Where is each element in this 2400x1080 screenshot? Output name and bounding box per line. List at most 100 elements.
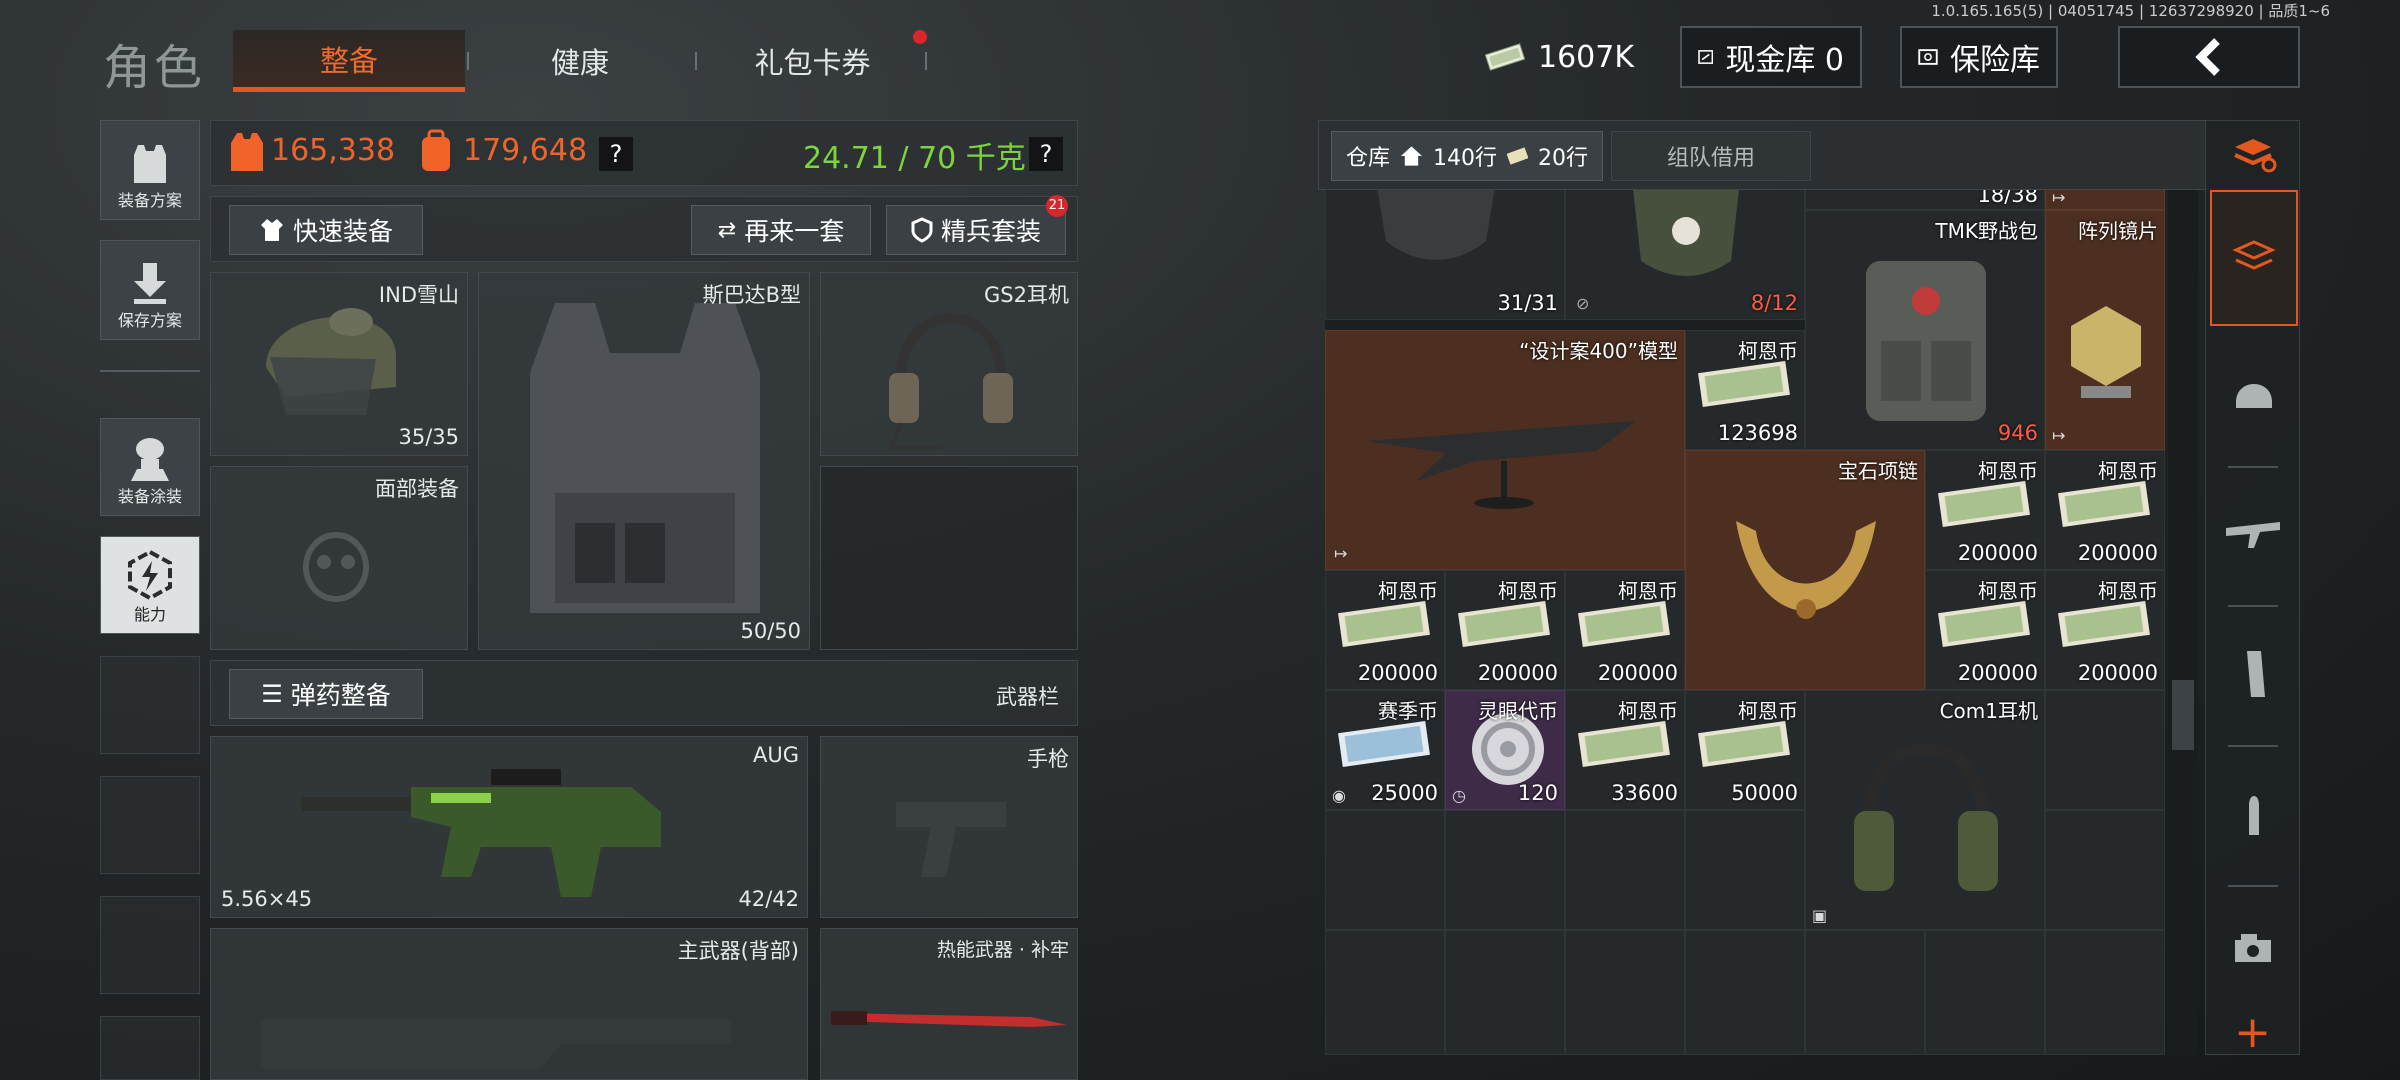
team-borrow-tab[interactable]: 组队借用 — [1611, 131, 1811, 181]
storage-item-tmk-bag[interactable]: TMK野战包 946 — [1805, 210, 2045, 450]
storage-empty-cell[interactable] — [1805, 930, 1925, 1055]
storage-empty-cell[interactable] — [1925, 930, 2045, 1055]
weapon-ammo: 42/42 — [738, 887, 799, 911]
ammo-button[interactable]: ☰ 弹药整备 — [229, 669, 423, 719]
cash-box-button[interactable]: 现金库 0 — [1680, 26, 1862, 88]
weapon-name: AUG — [752, 743, 799, 767]
storage-item-model[interactable]: “设计案400”模型 ↦ — [1325, 330, 1685, 570]
storage-scrollbar-track[interactable] — [2168, 190, 2198, 1055]
storage-item-coin[interactable]: 柯恩币 200000 — [1445, 570, 1565, 690]
bullet-icon — [2249, 796, 2259, 835]
melee-label: 热能武器 · 补牢 — [936, 939, 1069, 961]
tab-health[interactable]: 健康 — [470, 30, 690, 92]
lens-image — [2071, 306, 2141, 398]
scope-icon — [2235, 934, 2271, 962]
storage-item-coin[interactable]: 柯恩币 200000 — [2045, 570, 2165, 690]
plane-model-image — [1366, 421, 1636, 509]
item-name: 柯恩币 — [1618, 699, 1678, 723]
back-weapon-slot[interactable]: 主武器(背部) — [210, 928, 808, 1080]
armor-durability: 50/50 — [740, 619, 801, 643]
storage-empty-cell[interactable] — [2045, 930, 2165, 1055]
face-slot[interactable]: 面部装备 — [210, 466, 468, 650]
storage-item-coin[interactable]: 柯恩币 200000 — [1925, 450, 2045, 570]
storage-item-com1-headset[interactable]: ▣ Com1耳机 — [1805, 690, 2045, 930]
again-button[interactable]: ⇄ 再来一套 — [691, 205, 871, 255]
storage-item-top-right[interactable]: ↦ — [2045, 190, 2165, 210]
season-icon: ◉ — [1332, 786, 1346, 805]
add-icon[interactable]: + — [2215, 1007, 2290, 1058]
storage-item-top[interactable]: 18/38 — [1805, 190, 2045, 210]
storage-empty-cell[interactable] — [1685, 810, 1805, 930]
help-icon[interactable]: ? — [599, 137, 633, 171]
storage-item-lens[interactable]: 阵列镜片 ↦ — [2045, 210, 2165, 450]
side-nav-ability[interactable]: 能力 — [100, 536, 200, 634]
category-all[interactable] — [2210, 120, 2298, 190]
side-nav-loadout-plan[interactable]: 装备方案 — [100, 120, 200, 220]
helmet-slot[interactable]: IND雪山 35/35 — [210, 272, 468, 456]
storage-item-coin[interactable]: 柯恩币 200000 — [1565, 570, 1685, 690]
storage-item-spirit-token[interactable]: ◷ 灵眼代币 120 — [1445, 690, 1565, 810]
storage-empty-cell[interactable] — [1685, 930, 1805, 1055]
storage-item-coin[interactable]: 柯恩币 50000 — [1685, 690, 1805, 810]
quick-equip-button[interactable]: 快速装备 — [229, 205, 423, 255]
side-nav-save-plan[interactable]: 保存方案 — [100, 240, 200, 340]
refresh-icon: ⇄ — [717, 217, 737, 243]
timer-icon: ◷ — [1452, 786, 1466, 805]
storage-empty-cell[interactable] — [1445, 930, 1565, 1055]
back-button[interactable] — [2118, 26, 2300, 88]
storage-empty-cell[interactable] — [2045, 690, 2165, 810]
item-name: 柯恩币 — [1738, 339, 1798, 363]
extra-slot[interactable] — [820, 466, 1078, 650]
storage-empty-cell[interactable] — [2045, 810, 2165, 930]
category-scope[interactable] — [2210, 890, 2298, 1010]
tab-gift-cards[interactable]: 礼包卡券 — [700, 30, 925, 92]
item-name: 柯恩币 — [1618, 579, 1678, 603]
tab-divider — [925, 52, 927, 70]
category-helmet[interactable] — [2210, 330, 2298, 458]
category-divider — [2228, 605, 2278, 607]
storage-item-coin[interactable]: 柯恩币 123698 — [1685, 330, 1805, 450]
layers-refresh-icon — [2234, 139, 2277, 173]
storage-item-necklace[interactable]: 宝石项链 — [1685, 450, 1925, 690]
headset-name: GS2耳机 — [984, 283, 1069, 307]
category-selected[interactable] — [2210, 190, 2298, 326]
warehouse-tab[interactable]: 仓库 140行 20行 — [1331, 131, 1603, 181]
armor-slot[interactable]: 斯巴达B型 50/50 — [478, 272, 810, 650]
storage-item-coin[interactable]: 柯恩币 200000 — [1925, 570, 2045, 690]
storage-item-helmet[interactable]: 31/31 — [1325, 190, 1565, 320]
item-name: “设计案400”模型 — [1519, 339, 1678, 363]
weight-help-icon[interactable]: ? — [1029, 137, 1063, 171]
tab-divider — [695, 52, 697, 70]
soldier-icon — [131, 438, 169, 481]
elite-set-button[interactable]: 精兵套装 — [886, 205, 1066, 255]
storage-empty-cell[interactable] — [1445, 810, 1565, 930]
category-rifle[interactable] — [2210, 470, 2298, 598]
banknote-icon — [1338, 721, 1430, 767]
primary-weapon-slot[interactable]: AUG 5.56×45 42/42 — [210, 736, 808, 918]
storage-empty-cell[interactable] — [1325, 810, 1445, 930]
storage-item-coin[interactable]: 柯恩币 200000 — [2045, 450, 2165, 570]
storage-empty-cell[interactable] — [1325, 930, 1445, 1055]
loadout-summary-bar: 165,338 179,648 ? 24.71 / 70 千克 ? — [210, 120, 1078, 186]
backpack-value: 179,648 — [463, 133, 588, 168]
storage-empty-cell[interactable] — [1565, 930, 1685, 1055]
category-magazine[interactable] — [2210, 610, 2298, 738]
side-nav-skin[interactable]: 装备涂装 — [100, 418, 200, 516]
weapon-bar-label: 武器栏 — [996, 685, 1059, 709]
tab-equip[interactable]: 整备 — [233, 30, 465, 92]
storage-item-coin[interactable]: 柯恩币 200000 — [1325, 570, 1445, 690]
melee-slot[interactable]: 热能武器 · 补牢 — [820, 928, 1078, 1080]
storage-item-coin[interactable]: 柯恩币 33600 — [1565, 690, 1685, 810]
storage-item-medbag[interactable]: ⊘ 8/12 — [1565, 190, 1805, 320]
safe-button[interactable]: 保险库 — [1900, 26, 2058, 88]
storage-empty-cell[interactable] — [1565, 810, 1685, 930]
side-nav-divider — [100, 370, 200, 372]
storage-item-season-coin[interactable]: ◉ 赛季币 25000 — [1325, 690, 1445, 810]
pistol-slot[interactable]: 手枪 — [820, 736, 1078, 918]
elite-badge: 21 — [1046, 195, 1068, 217]
storage-scrollbar-thumb[interactable] — [2172, 680, 2194, 750]
item-name: 柯恩币 — [1738, 699, 1798, 723]
headset-image — [1854, 742, 1998, 891]
headset-slot[interactable]: GS2耳机 — [820, 272, 1078, 456]
category-ammo[interactable] — [2210, 750, 2298, 878]
